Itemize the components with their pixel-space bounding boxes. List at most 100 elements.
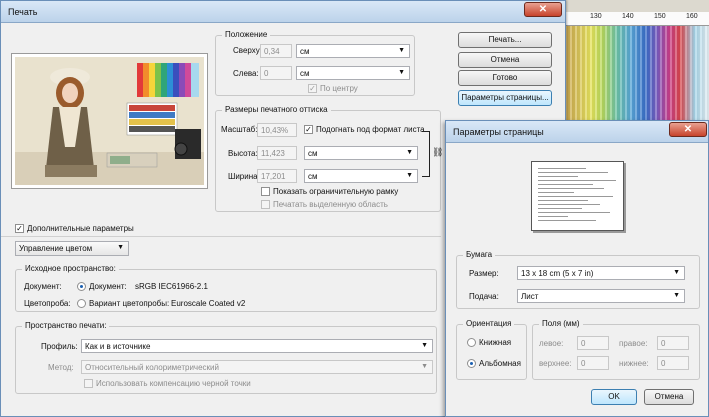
cancel-button[interactable]: Отмена — [458, 52, 552, 68]
top-unit-select[interactable]: см ▼ — [296, 44, 410, 58]
fit-to-page-label: Подогнать под формат листа — [316, 125, 425, 134]
print-size-group: Размеры печатного оттиска Масштаб: 10,43… — [215, 105, 443, 212]
left-unit-value: см — [300, 69, 310, 78]
ruler: 130 140 150 160 — [565, 12, 709, 26]
paper-size-select[interactable]: 13 x 18 cm (5 x 7 in) ▼ — [517, 266, 685, 280]
width-label: Ширина: — [228, 172, 260, 181]
margin-right-input[interactable]: 0 — [657, 336, 689, 350]
intent-select[interactable]: Относительный колориметрический ▼ — [81, 360, 433, 374]
chevron-down-icon: ▼ — [398, 69, 405, 76]
ruler-tick: 160 — [686, 13, 698, 20]
print-preview — [11, 53, 208, 189]
dialog-title: Параметры страницы — [453, 127, 544, 137]
print-button[interactable]: Печать... — [458, 32, 552, 48]
print-space-label: Пространство печати: — [22, 321, 110, 330]
intent-value: Относительный колориметрический — [85, 363, 219, 372]
bounding-box-checkbox[interactable] — [261, 187, 270, 196]
margins-group: Поля (мм) левое: 0 правое: 0 верхнее: 0 … — [532, 319, 700, 380]
close-icon[interactable]: ✕ — [524, 2, 562, 17]
chevron-down-icon: ▼ — [673, 269, 680, 276]
done-button[interactable]: Готово — [458, 70, 552, 86]
ok-button[interactable]: OK — [591, 389, 637, 405]
page-setup-dialog: Параметры страницы ✕ Бумага Размер: 13 x… — [445, 120, 709, 417]
ruler-tick: 130 — [590, 13, 602, 20]
divider — [1, 236, 441, 237]
height-input[interactable]: 11,423 — [257, 146, 297, 160]
margin-top-label: верхнее: — [539, 359, 572, 368]
left-offset-input[interactable]: 0 — [260, 66, 292, 80]
width-unit-value: см — [308, 172, 318, 181]
paper-group-label: Бумага — [463, 250, 496, 259]
document-radio[interactable] — [77, 282, 86, 291]
more-options-label: Дополнительные параметры — [27, 224, 134, 233]
close-icon[interactable]: ✕ — [669, 122, 707, 137]
position-group: Положение Сверху: 0,34 см ▼ Слева: 0 см ▼ … — [215, 30, 415, 96]
scale-label: Масштаб: — [221, 125, 258, 134]
color-management-value: Управление цветом — [19, 244, 93, 253]
chevron-down-icon: ▼ — [673, 292, 680, 299]
link-icon[interactable]: ⛓ — [432, 147, 443, 158]
paper-size-value: 13 x 18 cm (5 x 7 in) — [521, 269, 594, 278]
profile-value: Как и в источнике — [85, 342, 151, 351]
landscape-label: Альбомная — [479, 359, 521, 368]
top-unit-value: см — [300, 47, 310, 56]
height-label: Высота: — [228, 149, 258, 158]
document-label: Документ: — [24, 282, 62, 291]
portrait-radio[interactable] — [467, 338, 476, 347]
orientation-group: Ориентация Книжная Альбомная — [456, 319, 527, 380]
page-setup-titlebar: Параметры страницы ✕ — [446, 121, 708, 143]
chevron-down-icon: ▼ — [398, 47, 405, 54]
scale-input[interactable]: 10,43% — [257, 123, 297, 137]
margin-bottom-input[interactable]: 0 — [657, 356, 689, 370]
source-space-label: Исходное пространство: — [22, 264, 119, 273]
landscape-radio[interactable] — [467, 359, 476, 368]
chevron-down-icon: ▼ — [421, 363, 428, 370]
bpc-checkbox[interactable] — [84, 379, 93, 388]
print-dialog-titlebar: Печать ✕ — [1, 1, 565, 23]
more-options-checkbox[interactable]: ✓ — [15, 224, 24, 233]
top-offset-input[interactable]: 0,34 — [260, 44, 292, 58]
cancel-button[interactable]: Отмена — [644, 389, 694, 405]
intent-label: Метод: — [48, 363, 74, 372]
margin-left-input[interactable]: 0 — [577, 336, 609, 350]
margin-left-label: левое: — [539, 339, 564, 348]
paper-source-label: Подача: — [469, 292, 499, 301]
proof-radio[interactable] — [77, 299, 86, 308]
print-selection-checkbox[interactable] — [261, 200, 270, 209]
proof-option-label: Вариант цветопробы: — [89, 299, 170, 308]
bounding-box-label: Показать ограничительную рамку — [273, 187, 399, 196]
proof-label: Цветопроба: — [24, 299, 71, 308]
chevron-down-icon: ▼ — [406, 149, 413, 156]
proof-profile: Euroscale Coated v2 — [171, 299, 246, 308]
doll-photo-image — [15, 57, 204, 185]
document-option-label: Документ: — [89, 282, 127, 291]
height-unit-select[interactable]: см ▼ — [304, 146, 418, 160]
link-bracket — [422, 131, 430, 177]
width-unit-select[interactable]: см ▼ — [304, 169, 418, 183]
profile-label: Профиль: — [41, 342, 78, 351]
ruler-tick: 140 — [622, 13, 634, 20]
margins-group-label: Поля (мм) — [539, 319, 583, 328]
margin-bottom-label: нижнее: — [619, 359, 649, 368]
profile-select[interactable]: Как и в источнике ▼ — [81, 339, 433, 353]
paper-group: Бумага Размер: 13 x 18 cm (5 x 7 in) ▼ По… — [456, 250, 700, 309]
portrait-label: Книжная — [479, 338, 512, 347]
position-group-label: Положение — [222, 30, 271, 39]
paper-source-value: Лист — [521, 292, 539, 301]
center-label: По центру — [320, 84, 358, 93]
margin-top-input[interactable]: 0 — [577, 356, 609, 370]
dialog-title: Печать — [8, 7, 38, 17]
chevron-down-icon: ▼ — [117, 244, 124, 251]
canvas-image — [565, 26, 709, 122]
page-setup-button[interactable]: Параметры страницы... — [458, 90, 552, 106]
document-profile: sRGB IEC61966-2.1 — [135, 282, 208, 291]
source-space-group: Исходное пространство: Документ: Докумен… — [15, 264, 437, 312]
fit-to-page-checkbox[interactable]: ✓ — [304, 125, 313, 134]
paper-source-select[interactable]: Лист ▼ — [517, 289, 685, 303]
width-input[interactable]: 17,201 — [257, 169, 297, 183]
left-unit-select[interactable]: см ▼ — [296, 66, 410, 80]
color-management-select[interactable]: Управление цветом ▼ — [15, 241, 129, 256]
center-checkbox[interactable]: ✓ — [308, 84, 317, 93]
chevron-down-icon: ▼ — [406, 172, 413, 179]
orientation-group-label: Ориентация — [463, 319, 515, 328]
